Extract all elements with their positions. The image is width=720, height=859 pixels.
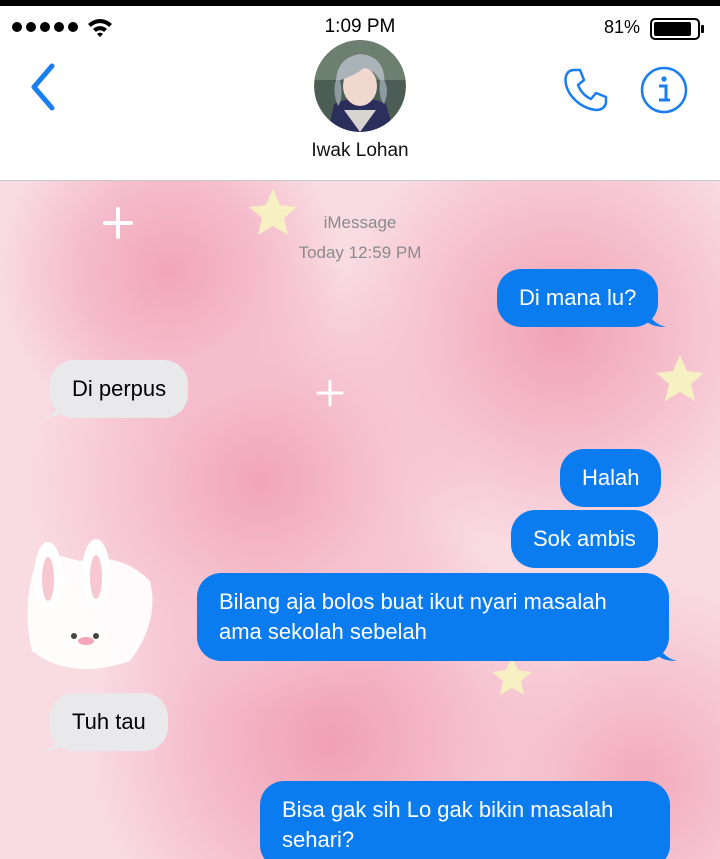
battery-icon — [650, 18, 704, 40]
info-icon[interactable] — [638, 64, 690, 116]
battery-percent: 81% — [603, 17, 640, 37]
bubble-tail — [42, 731, 62, 751]
conversation-timestamp: Today 12:59 PM — [298, 243, 422, 262]
contact-avatar[interactable] — [314, 40, 406, 132]
message-text: Bilang aja bolos buat ikut nyari masalah… — [219, 589, 607, 644]
message-text: Bisa gak sih Lo gak bikin masalah sehari… — [282, 797, 614, 852]
message-text: Sok ambis — [533, 526, 636, 551]
service-label: iMessage — [323, 213, 397, 232]
message-bubble-sent[interactable]: Sok ambis — [511, 510, 658, 568]
phone-icon[interactable] — [560, 64, 612, 116]
bubble-tail — [657, 641, 677, 661]
message-thread[interactable]: iMessage Today 12:59 PM Di mana lu? Di p… — [0, 181, 720, 859]
message-text: Halah — [582, 465, 640, 490]
message-bubble-received[interactable]: Tuh tau — [42, 693, 168, 751]
conversation-header: Iwak Lohan — [0, 40, 720, 181]
bubble-tail — [646, 307, 667, 327]
message-text: Di perpus — [72, 376, 167, 401]
message-bubble-sent[interactable]: Halah — [560, 449, 662, 507]
message-bubble-sent[interactable]: Di mana lu? — [497, 269, 667, 327]
message-bubble-sent[interactable]: Bisa gak sih Lo gak bikin masalah sehari… — [260, 781, 670, 859]
message-bubble-sent[interactable]: Bilang aja bolos buat ikut nyari masalah… — [197, 573, 677, 661]
message-text: Di mana lu? — [519, 285, 637, 310]
bubble-tail — [42, 398, 62, 418]
status-bar: 1:09 PM 81% — [0, 6, 720, 40]
message-bubble-received[interactable]: Di perpus — [42, 360, 189, 418]
contact-name[interactable]: Iwak Lohan — [0, 140, 720, 162]
message-text: Tuh tau — [72, 709, 146, 734]
back-chevron-icon[interactable] — [24, 62, 64, 112]
